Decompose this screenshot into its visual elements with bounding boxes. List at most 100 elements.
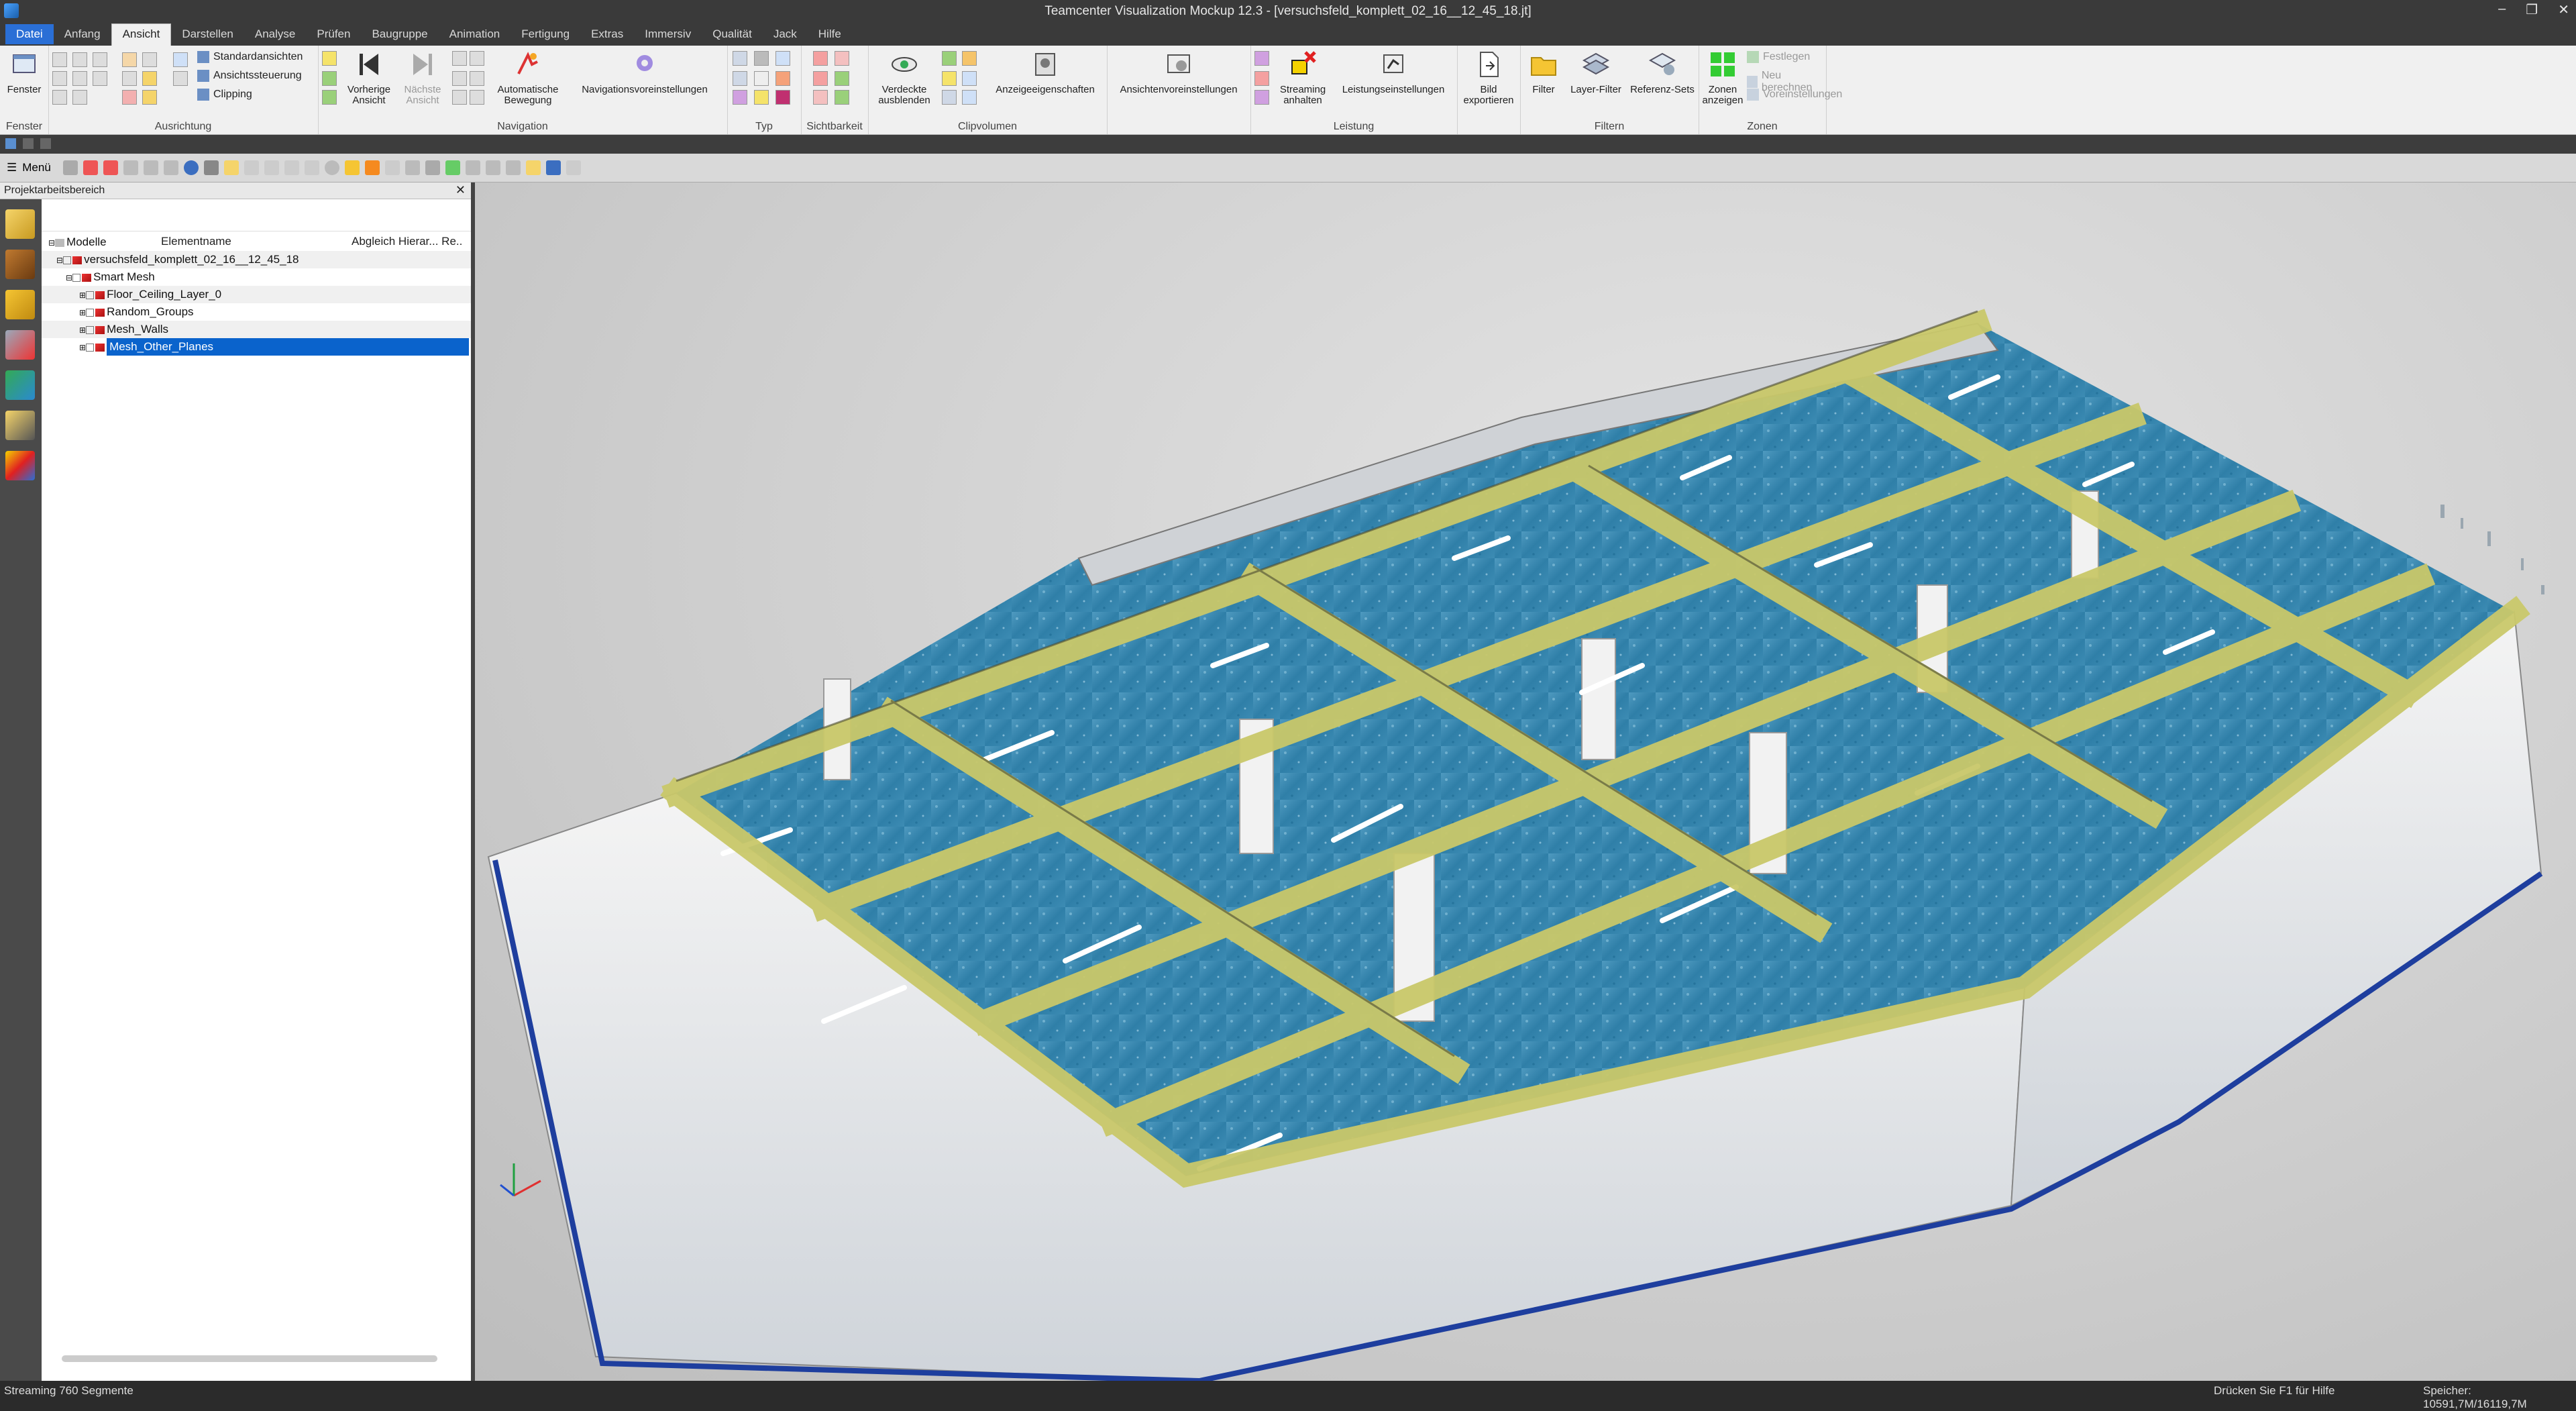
festlegen-button[interactable]: Festlegen	[1747, 51, 1810, 63]
ansichtenvoreinstellungen-button[interactable]: Ansichtenvoreinstellungen	[1110, 50, 1248, 95]
clip-5-icon[interactable]	[942, 90, 957, 105]
typ-1-icon[interactable]	[733, 51, 747, 66]
tab-analyse[interactable]: Analyse	[244, 24, 306, 44]
clipping-button[interactable]: Clipping	[197, 89, 252, 101]
fenster-button[interactable]: Fenster	[4, 50, 44, 95]
layer-filter-button[interactable]: Layer-Filter	[1564, 50, 1627, 95]
view-top-icon[interactable]	[72, 71, 87, 86]
navigationsvoreinstellungen-button[interactable]: Navigationsvoreinstellungen	[568, 50, 722, 95]
database-icon[interactable]	[5, 330, 35, 360]
tab-jack[interactable]: Jack	[763, 24, 808, 44]
folder-icon[interactable]	[5, 290, 35, 319]
tree-row-mesh-walls[interactable]: ⊞ Mesh_Walls	[42, 321, 471, 338]
tb-section-icon[interactable]	[264, 160, 279, 175]
tab-ansicht[interactable]: Ansicht	[111, 23, 172, 46]
expander-icon[interactable]: ⊞	[79, 325, 86, 335]
tab-hilfe[interactable]: Hilfe	[808, 24, 852, 44]
verdeckte-ausblenden-button[interactable]: Verdeckte ausblenden	[871, 50, 938, 106]
typ-2-icon[interactable]	[754, 51, 769, 66]
nav-extra-4-icon[interactable]	[470, 71, 484, 86]
clip-1-icon[interactable]	[942, 51, 957, 66]
wrench-icon[interactable]	[5, 370, 35, 400]
tree-row-modelle[interactable]: ⊟ Modelle	[42, 233, 478, 251]
filmstrip-icon[interactable]	[5, 250, 35, 279]
tb-grid-2-icon[interactable]	[485, 160, 500, 175]
visibility-6-icon[interactable]	[835, 90, 849, 105]
tb-markup-icon[interactable]	[284, 160, 299, 175]
typ-4-icon[interactable]	[733, 71, 747, 86]
shapes-icon[interactable]	[5, 451, 35, 480]
tree-row-versuchsfeld[interactable]: ⊟ versuchsfeld_komplett_02_16__12_45_18	[42, 251, 471, 268]
orient-7-icon[interactable]	[173, 52, 188, 67]
tb-forward-icon[interactable]	[103, 160, 118, 175]
view-back-icon[interactable]	[72, 52, 87, 67]
tb-extra-icon[interactable]	[566, 160, 581, 175]
nav-select-icon[interactable]	[322, 51, 337, 66]
view-iso-icon[interactable]	[52, 90, 67, 105]
tb-shade-icon[interactable]	[344, 160, 360, 175]
expander-icon[interactable]: ⊟	[48, 238, 55, 248]
typ-7-icon[interactable]	[733, 90, 747, 105]
checkbox-icon[interactable]	[86, 343, 95, 352]
visibility-4-icon[interactable]	[835, 71, 849, 86]
visibility-2-icon[interactable]	[835, 51, 849, 66]
perf-1-icon[interactable]	[1254, 51, 1269, 66]
typ-5-icon[interactable]	[754, 71, 769, 86]
clip-3-icon[interactable]	[942, 71, 957, 86]
panel-close-icon[interactable]: ✕	[455, 183, 466, 197]
tb-zoom-icon[interactable]	[143, 160, 158, 175]
tab-baugruppe[interactable]: Baugruppe	[361, 24, 438, 44]
visibility-3-icon[interactable]	[813, 71, 828, 86]
expander-icon[interactable]: ⊞	[79, 291, 86, 300]
restore-icon[interactable]: ❐	[2526, 1, 2538, 18]
visibility-1-icon[interactable]	[813, 51, 828, 66]
bild-exportieren-button[interactable]: Bild exportieren	[1460, 50, 1517, 106]
typ-9-icon[interactable]	[775, 90, 790, 105]
orient-2-icon[interactable]	[142, 52, 157, 67]
tab-extras[interactable]: Extras	[580, 24, 634, 44]
clip-2-icon[interactable]	[962, 51, 977, 66]
nav-extra-3-icon[interactable]	[452, 71, 467, 86]
checkbox-icon[interactable]	[63, 256, 72, 264]
point-cloud-model[interactable]	[475, 182, 2576, 1381]
orient-4-icon[interactable]	[142, 71, 157, 86]
tab-pruefen[interactable]: Prüfen	[306, 24, 361, 44]
expander-icon[interactable]: ⊞	[79, 343, 86, 352]
nav-walk-icon[interactable]	[322, 71, 337, 86]
tb-rotate-icon[interactable]	[203, 160, 219, 175]
orient-6-icon[interactable]	[142, 90, 157, 105]
nav-extra-6-icon[interactable]	[470, 90, 484, 105]
view-bottom-icon[interactable]	[93, 71, 107, 86]
nav-fly-icon[interactable]	[322, 90, 337, 105]
quick-undo-icon[interactable]	[23, 138, 34, 149]
tb-back-icon[interactable]	[83, 160, 98, 175]
automatische-bewegung-button[interactable]: Automatische Bewegung	[491, 50, 565, 106]
tree-row-smart-mesh[interactable]: ⊟ Smart Mesh	[42, 268, 471, 286]
orient-1-icon[interactable]	[122, 52, 137, 67]
typ-8-icon[interactable]	[754, 90, 769, 105]
orient-3-icon[interactable]	[122, 71, 137, 86]
tab-datei[interactable]: Datei	[5, 24, 54, 44]
tb-globe-icon[interactable]	[183, 160, 199, 175]
tab-qualitaet[interactable]: Qualität	[702, 24, 763, 44]
tab-fertigung[interactable]: Fertigung	[511, 24, 580, 44]
tb-layer-icon[interactable]	[384, 160, 400, 175]
tb-measure-icon[interactable]	[244, 160, 259, 175]
tb-light-icon[interactable]	[324, 160, 339, 175]
zonen-anzeigen-button[interactable]: Zonen anzeigen	[1701, 50, 1744, 106]
nav-extra-2-icon[interactable]	[470, 51, 484, 66]
close-icon[interactable]: ✕	[2558, 1, 2569, 18]
tb-pan-icon[interactable]	[163, 160, 178, 175]
perf-2-icon[interactable]	[1254, 71, 1269, 86]
measure-icon[interactable]	[5, 411, 35, 440]
quick-customize-icon[interactable]	[40, 138, 51, 149]
checkbox-icon[interactable]	[72, 273, 81, 282]
tb-new-icon[interactable]	[62, 160, 78, 175]
tab-immersiv[interactable]: Immersiv	[634, 24, 702, 44]
tb-grid-3-icon[interactable]	[505, 160, 521, 175]
3d-viewport[interactable]	[475, 182, 2576, 1381]
typ-3-icon[interactable]	[775, 51, 790, 66]
menu-icon[interactable]: ☰	[7, 161, 17, 174]
filter-button[interactable]: Filter	[1523, 50, 1564, 95]
minimize-icon[interactable]: –	[2498, 1, 2506, 18]
